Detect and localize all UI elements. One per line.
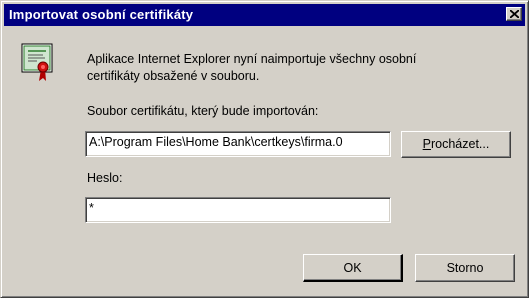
- cancel-button[interactable]: Storno: [415, 254, 515, 282]
- info-text: Aplikace Internet Explorer nyní naimport…: [87, 51, 497, 85]
- browse-accelerator: P: [422, 137, 431, 151]
- ok-button[interactable]: OK: [303, 254, 403, 282]
- browse-label: rocházet...: [430, 137, 490, 151]
- info-line-2: certifikáty obsažené v souboru.: [87, 69, 260, 83]
- info-line-1: Aplikace Internet Explorer nyní naimport…: [87, 52, 417, 66]
- certificate-icon: [21, 43, 53, 81]
- window-title: Importovat osobní certifikáty: [9, 7, 194, 22]
- close-button[interactable]: [506, 7, 522, 21]
- password-label: Heslo:: [87, 171, 123, 185]
- title-bar[interactable]: Importovat osobní certifikáty: [4, 4, 525, 26]
- file-label: Soubor certifikátu, který bude importová…: [87, 104, 319, 118]
- password-input[interactable]: *: [85, 197, 391, 223]
- browse-button[interactable]: Procházet...: [401, 131, 511, 158]
- import-certificates-dialog: Importovat osobní certifikáty Aplikace I…: [0, 0, 529, 298]
- close-icon: [510, 10, 519, 18]
- certificate-file-input[interactable]: A:\Program Files\Home Bank\certkeys\firm…: [85, 131, 391, 157]
